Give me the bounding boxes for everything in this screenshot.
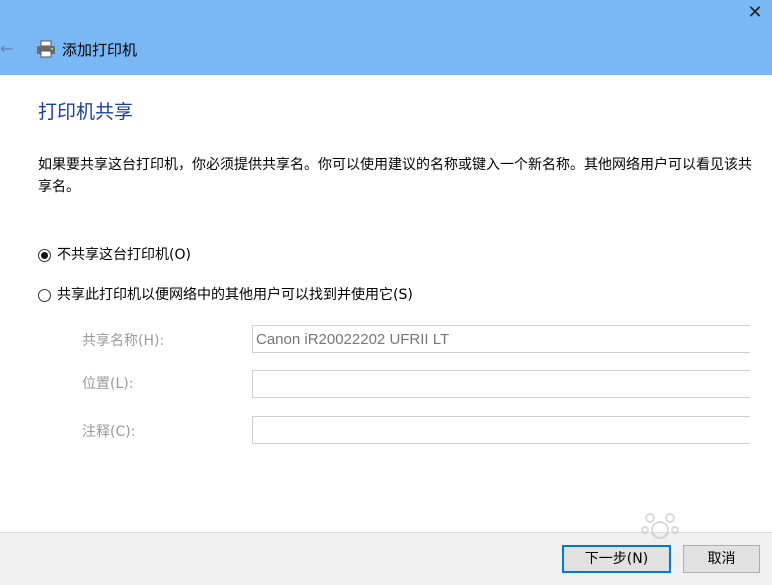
share-name-label: 共享名称(H):: [82, 333, 165, 349]
location-label: 位置(L):: [82, 376, 134, 392]
comment-label: 注释(C):: [82, 424, 136, 440]
radio-share-label[interactable]: 共享此打印机以便网络中的其他用户可以找到并使用它(S): [57, 285, 413, 305]
share-name-input[interactable]: [252, 325, 750, 353]
radio-no-share-indicator[interactable]: [38, 248, 51, 262]
next-button[interactable]: 下一步(N): [562, 545, 671, 573]
radio-share[interactable]: 共享此打印机以便网络中的其他用户可以找到并使用它(S): [38, 285, 413, 305]
radio-no-share-label[interactable]: 不共享这台打印机(O): [57, 245, 191, 265]
window-title: 添加打印机: [62, 41, 138, 59]
comment-input[interactable]: [252, 416, 750, 444]
radio-share-indicator[interactable]: [38, 288, 51, 302]
page-title: 打印机共享: [38, 101, 134, 123]
location-input[interactable]: [252, 370, 750, 398]
back-arrow-icon[interactable]: ←: [0, 38, 18, 60]
title-bar: ← 添加打印机 ✕: [0, 0, 772, 75]
description-text: 如果要共享这台打印机，你必须提供共享名。你可以使用建议的名称或键入一个新名称。其…: [38, 157, 752, 195]
cancel-button[interactable]: 取消: [683, 545, 760, 573]
printer-icon: [37, 40, 55, 58]
radio-no-share[interactable]: 不共享这台打印机(O): [38, 245, 191, 265]
close-button[interactable]: ✕: [740, 0, 770, 26]
